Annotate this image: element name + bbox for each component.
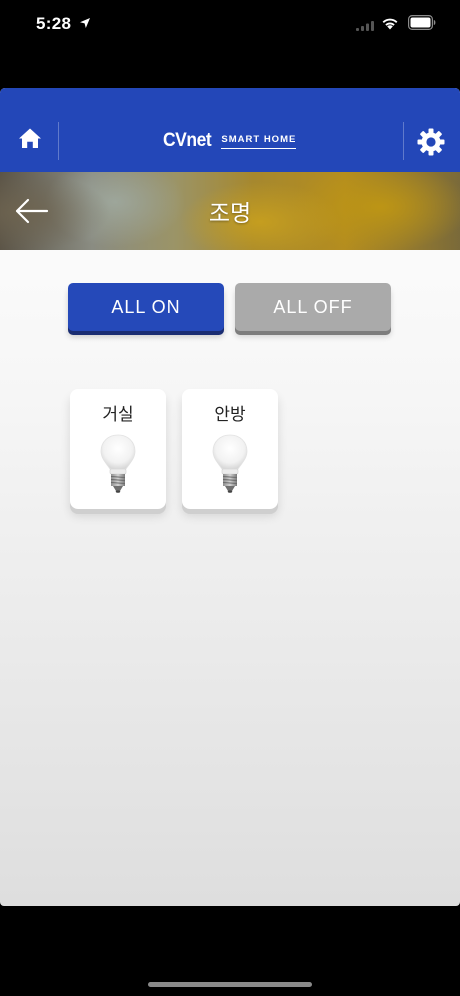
wifi-icon — [382, 18, 398, 30]
page-title: 조명 — [208, 201, 252, 227]
page-banner: 조명 — [0, 172, 460, 250]
lightbulb-icon — [100, 434, 136, 493]
status-bar: 5:28 — [0, 0, 460, 50]
home-button[interactable] — [10, 118, 50, 158]
lightbulb-icon — [212, 434, 248, 493]
cellular-signal-icon — [356, 21, 374, 31]
brand-subtitle: SMART HOME — [221, 134, 297, 149]
brand-logo: CVnet SMART HOME — [163, 130, 297, 152]
battery-icon — [408, 15, 436, 30]
home-icon — [19, 128, 41, 148]
settings-button[interactable] — [411, 122, 451, 162]
all-off-button[interactable]: ALL OFF — [235, 283, 391, 331]
brand-name: CVnet — [163, 130, 212, 151]
header-divider — [403, 122, 404, 160]
all-on-button[interactable]: ALL ON — [68, 283, 224, 331]
light-card-living-room[interactable]: 거실 — [70, 389, 166, 509]
light-name: 안방 — [214, 405, 246, 425]
gear-icon — [417, 128, 445, 156]
app-header: CVnet SMART HOME — [0, 88, 460, 172]
light-name: 거실 — [102, 405, 134, 425]
location-arrow-icon — [80, 18, 90, 28]
app-screen: CVnet SMART HOME 조명 ALL ON ALL OFF 거실 안방 — [0, 88, 460, 906]
header-divider — [58, 122, 59, 160]
status-time: 5:28 — [36, 14, 72, 33]
light-card-master-bedroom[interactable]: 안방 — [182, 389, 278, 509]
home-indicator[interactable] — [148, 982, 312, 987]
